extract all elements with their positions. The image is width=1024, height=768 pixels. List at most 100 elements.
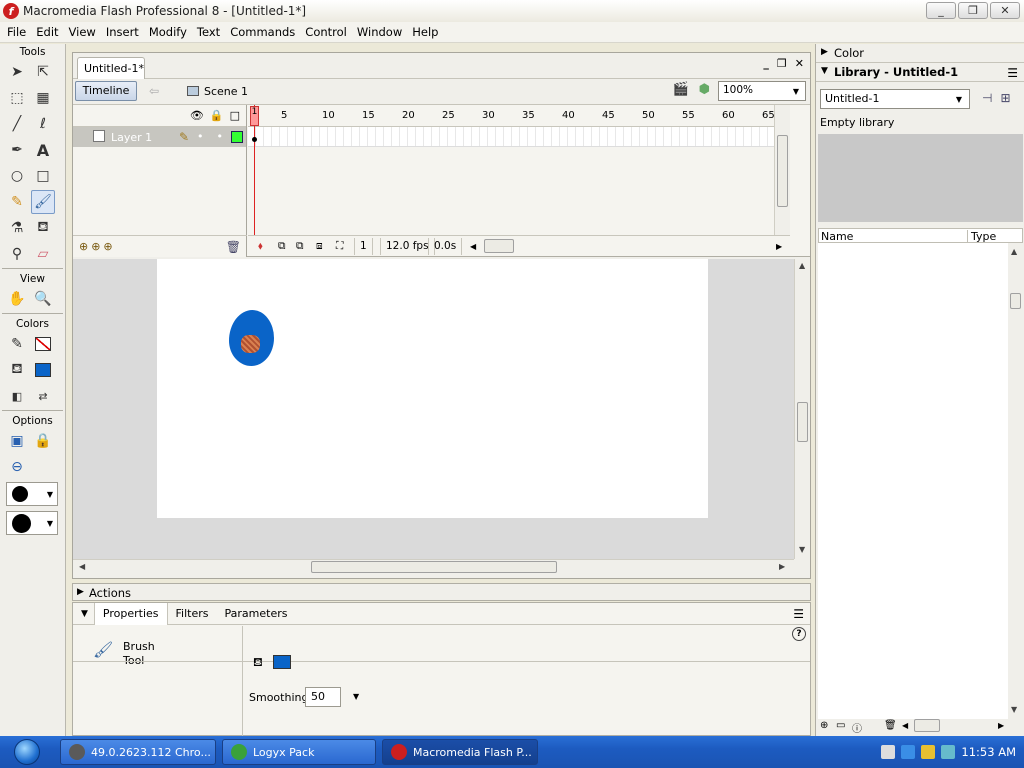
menu-commands[interactable]: Commands: [225, 25, 300, 39]
fill-color-swatch[interactable]: [273, 655, 291, 669]
scroll-right-arrow-icon[interactable]: ▶: [776, 242, 782, 251]
line-tool-icon[interactable]: ╱: [5, 112, 29, 136]
lasso-tool-icon[interactable]: ℓ: [31, 112, 55, 136]
network-icon[interactable]: [901, 745, 916, 759]
pin-library-icon[interactable]: ⊣⊞: [982, 91, 1019, 105]
library-hscroll-thumb[interactable]: [914, 719, 940, 732]
document-tab[interactable]: Untitled-1*: [77, 57, 145, 79]
menu-insert[interactable]: Insert: [101, 25, 144, 39]
ink-bottle-tool-icon[interactable]: ⚗: [5, 216, 29, 240]
taskbar-item-chrome[interactable]: 49.0.2623.112 Chro...: [60, 739, 216, 765]
doc-close-button[interactable]: ✕: [795, 57, 804, 70]
scroll-left-arrow-icon[interactable]: ◀: [79, 562, 85, 571]
subselection-tool-icon[interactable]: ⇱: [31, 60, 55, 84]
smoothing-input[interactable]: 50: [305, 687, 341, 707]
keyframe-dot[interactable]: [252, 137, 257, 142]
menu-file[interactable]: File: [2, 25, 31, 39]
tab-parameters[interactable]: Parameters: [217, 603, 296, 625]
volume-icon[interactable]: [941, 745, 956, 759]
frame-row[interactable]: [248, 127, 790, 147]
frame-rate-field[interactable]: 12.0 fps: [380, 238, 435, 255]
panel-options-menu-icon[interactable]: ☰: [1007, 66, 1018, 80]
brush-pressure-icon[interactable]: ⊖: [5, 455, 29, 479]
panel-options-menu-icon[interactable]: ☰: [793, 607, 804, 621]
scroll-down-arrow-icon[interactable]: ▼: [799, 545, 805, 554]
layer-row[interactable]: Layer 1 ✎ ••: [73, 127, 246, 147]
stage-vscroll[interactable]: ▲ ▼: [794, 259, 810, 559]
oval-tool-icon[interactable]: ○: [5, 164, 29, 188]
keyboard-icon[interactable]: [881, 745, 896, 759]
tab-filters[interactable]: Filters: [168, 603, 217, 625]
modify-onion-markers-icon[interactable]: ⛶: [336, 240, 343, 253]
lock-layers-icon[interactable]: 🔒: [210, 109, 224, 122]
minimize-button[interactable]: _: [926, 2, 956, 19]
paint-bucket-tool-icon[interactable]: ⛾: [31, 216, 55, 240]
black-white-icon[interactable]: ◧: [5, 384, 29, 408]
gradient-transform-tool-icon[interactable]: ▦: [31, 86, 55, 110]
delete-icon[interactable]: 🗑: [884, 720, 897, 731]
menu-edit[interactable]: Edit: [31, 25, 63, 39]
help-icon[interactable]: ?: [792, 627, 806, 641]
timeline-toggle-button[interactable]: Timeline: [75, 81, 137, 101]
delete-layer-icon[interactable]: 🗑: [226, 240, 241, 254]
layer-outline-color-box[interactable]: [231, 131, 243, 143]
rectangle-tool-icon[interactable]: □: [31, 164, 55, 188]
edit-multiple-frames-icon[interactable]: ⧈: [316, 240, 323, 253]
stage-canvas[interactable]: [157, 259, 708, 518]
text-tool-icon[interactable]: A: [31, 138, 55, 162]
properties-icon[interactable]: ⓘ: [852, 720, 862, 735]
outline-icon[interactable]: □: [230, 109, 240, 122]
lock-fill-icon[interactable]: 🔒: [31, 429, 55, 453]
brush-size-select[interactable]: ▼: [6, 482, 58, 506]
color-panel-header[interactable]: ▶ Color: [816, 44, 1024, 63]
doc-restore-button[interactable]: ❐: [777, 57, 787, 70]
col-type[interactable]: Type: [967, 230, 996, 243]
scroll-up-arrow-icon[interactable]: ▲: [1011, 247, 1017, 256]
edit-symbols-icon[interactable]: ⬢: [699, 82, 710, 97]
hand-tool-icon[interactable]: ✋: [5, 287, 29, 311]
scroll-right-arrow-icon[interactable]: ▶: [779, 562, 785, 571]
taskbar-item-flash[interactable]: Macromedia Flash P...: [382, 739, 538, 765]
menu-view[interactable]: View: [64, 25, 101, 39]
clock[interactable]: 11:53 AM: [961, 745, 1016, 759]
edit-scene-icon[interactable]: 🎬: [672, 82, 688, 97]
chevron-down-icon[interactable]: ▼: [353, 692, 359, 701]
library-document-select[interactable]: Untitled-1 ▼: [820, 89, 970, 109]
timeline-vscroll[interactable]: [774, 105, 790, 235]
pen-tool-icon[interactable]: ✒: [5, 138, 29, 162]
scene-breadcrumb[interactable]: Scene 1: [187, 85, 248, 98]
zoom-select[interactable]: 100% ▼: [718, 81, 806, 101]
pencil-tool-icon[interactable]: ✎: [5, 190, 29, 214]
library-item-list[interactable]: [818, 243, 1008, 719]
eraser-tool-icon[interactable]: ▱: [31, 242, 55, 266]
playhead-handle[interactable]: 1: [250, 106, 259, 126]
tab-properties[interactable]: Properties: [93, 602, 168, 625]
menu-window[interactable]: Window: [352, 25, 407, 39]
insert-layer-icon[interactable]: ⊕⊕⊕: [79, 240, 116, 253]
fill-color-swatch[interactable]: [31, 358, 55, 382]
brush-tool-icon[interactable]: 🖌: [31, 190, 55, 214]
doc-minimize-button[interactable]: _: [763, 57, 769, 70]
back-arrow-icon[interactable]: ⇦: [149, 84, 159, 98]
selection-tool-icon[interactable]: ➤: [5, 60, 29, 84]
start-button[interactable]: [0, 736, 54, 768]
center-frame-icon[interactable]: ⬧: [258, 240, 263, 253]
brush-shape-select[interactable]: ▼: [6, 511, 58, 535]
library-vscroll-thumb[interactable]: [1010, 293, 1021, 309]
swap-colors-icon[interactable]: ⇄: [31, 384, 55, 408]
scroll-left-arrow-icon[interactable]: ◀: [470, 242, 476, 251]
menu-text[interactable]: Text: [192, 25, 225, 39]
restore-button[interactable]: ❐: [958, 2, 988, 19]
scroll-left-arrow-icon[interactable]: ◀: [902, 721, 908, 730]
brush-mode-icon[interactable]: ▣: [5, 429, 29, 453]
stage-hscroll[interactable]: ◀ ▶: [73, 559, 794, 573]
menu-help[interactable]: Help: [407, 25, 443, 39]
eyedropper-tool-icon[interactable]: ⚲: [5, 242, 29, 266]
menu-modify[interactable]: Modify: [144, 25, 192, 39]
actions-panel-header[interactable]: ▶ Actions: [72, 583, 811, 601]
taskbar-item-logyx[interactable]: Logyx Pack: [222, 739, 376, 765]
show-hide-eye-icon[interactable]: 👁: [190, 109, 204, 122]
free-transform-tool-icon[interactable]: ⬚: [5, 86, 29, 110]
timeline-hscroll-thumb[interactable]: [484, 239, 514, 253]
stage-pasteboard[interactable]: [73, 259, 794, 559]
